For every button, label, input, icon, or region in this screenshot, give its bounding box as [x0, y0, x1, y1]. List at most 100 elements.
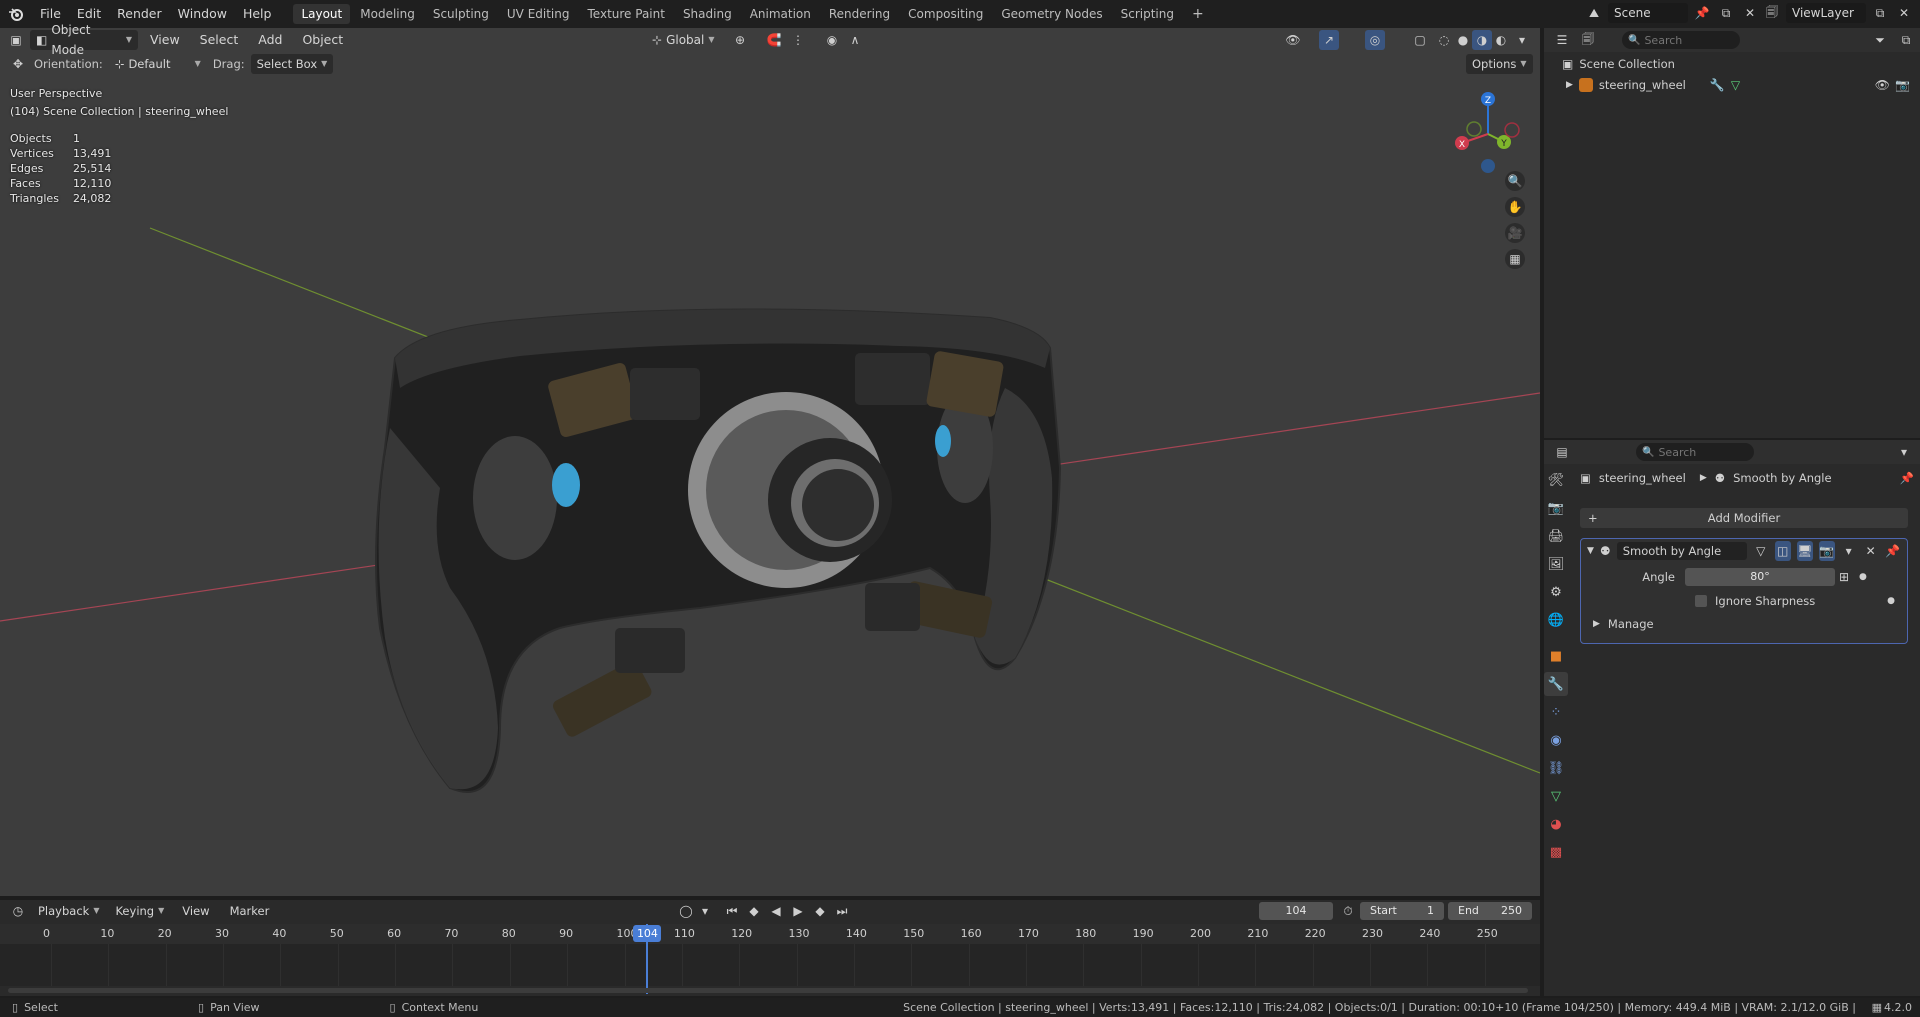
scene-icon[interactable]: ⛰ [1584, 3, 1604, 23]
overlay-toggle-icon[interactable]: ◎ [1365, 30, 1385, 50]
new-collection-icon[interactable]: ⧉ [1896, 30, 1916, 50]
chevron-down-icon[interactable]: ▾ [1841, 541, 1857, 561]
particles-tab-icon[interactable]: ⁘ [1544, 700, 1568, 724]
start-frame-field[interactable]: Start 1 [1360, 902, 1444, 920]
workspace-tab-rendering[interactable]: Rendering [821, 4, 898, 24]
output-tab-icon[interactable]: 🖨 [1544, 524, 1568, 548]
wireframe-shading-icon[interactable]: ◌ [1434, 30, 1454, 50]
viewport-menu-view[interactable]: View [142, 29, 188, 51]
pin-icon[interactable]: 📌 [1692, 3, 1712, 23]
solid-shading-icon[interactable]: ● [1453, 30, 1473, 50]
workspace-tab-geometry-nodes[interactable]: Geometry Nodes [993, 4, 1110, 24]
workspace-tab-shading[interactable]: Shading [675, 4, 740, 24]
outliner-row-steering-wheel[interactable]: ▶ steering_wheel 🔧 ▽ 👁 📷 [1544, 70, 1920, 92]
prev-keyframe-icon[interactable]: ◆ [744, 901, 764, 921]
workspace-tab-animation[interactable]: Animation [742, 4, 819, 24]
timeline-menu-view[interactable]: View [174, 900, 217, 922]
mesh-data-icon[interactable]: ▽ [1731, 78, 1740, 92]
chevron-down-icon[interactable]: ▾ [698, 901, 712, 921]
transform-orientation-selector[interactable]: ⊹ Global ▼ [646, 30, 721, 50]
render-tab-icon[interactable]: 📷 [1544, 496, 1568, 520]
snap-target-icon[interactable]: ⋮ [788, 30, 808, 50]
timeline-editor-icon[interactable]: ◷ [8, 901, 28, 921]
options-button[interactable]: Options ▼ [1466, 54, 1533, 74]
current-frame-field[interactable]: 104 [1259, 902, 1333, 920]
playback-menu[interactable]: Playback ▼ [32, 901, 105, 921]
workspace-tab-texture-paint[interactable]: Texture Paint [580, 4, 673, 24]
render-toggle-icon[interactable]: 📷 [1818, 541, 1835, 561]
scene-name-field[interactable]: Scene [1608, 3, 1688, 23]
pivot-icon[interactable]: ⊕ [730, 30, 750, 50]
workspace-tab-compositing[interactable]: Compositing [900, 4, 991, 24]
viewport-menu-object[interactable]: Object [294, 29, 351, 51]
display-mode-icon[interactable]: 🗐 [1578, 30, 1598, 50]
menu-window[interactable]: Window [170, 3, 235, 25]
view-layer-tab-icon[interactable]: 🖼 [1544, 552, 1568, 576]
workspace-tab-uv-editing[interactable]: UV Editing [499, 4, 578, 24]
angle-field[interactable]: 80° [1685, 568, 1835, 586]
rendered-shading-icon[interactable]: ◐ [1491, 30, 1511, 50]
pin-icon[interactable]: 📌 [1900, 471, 1914, 485]
outliner-search-input[interactable] [1644, 33, 1735, 47]
grid-toggle-icon[interactable]: ▦ [1505, 249, 1525, 269]
view-layer-name-field[interactable]: ViewLayer [1786, 3, 1866, 23]
play-reverse-icon[interactable]: ◀ [766, 901, 786, 921]
mode-selector[interactable]: ◧ Object Mode ▼ [30, 23, 138, 57]
filter-icon[interactable]: ⏷ [1870, 30, 1890, 50]
jump-start-icon[interactable]: ⏮ [722, 901, 742, 921]
modifier-tab-icon[interactable]: 🔧 [1544, 672, 1568, 696]
delete-view-layer-icon[interactable]: ✕ [1894, 3, 1914, 23]
pin-icon[interactable]: 📌 [1885, 541, 1901, 561]
move-tool-icon[interactable]: ✥ [8, 54, 28, 74]
physics-tab-icon[interactable]: ◉ [1544, 728, 1568, 752]
new-scene-icon[interactable]: ⧉ [1716, 3, 1736, 23]
pan-hand-icon[interactable]: ✋ [1505, 197, 1525, 217]
keyframe-dot-icon[interactable]: ● [1887, 596, 1895, 606]
material-shading-icon[interactable]: ◑ [1472, 30, 1492, 50]
tool-tab-icon[interactable]: 🛠 [1544, 468, 1568, 492]
xray-icon[interactable]: ▢ [1410, 30, 1430, 50]
view-layer-icon[interactable]: 🗐 [1762, 3, 1782, 23]
wrench-icon[interactable]: 🔧 [1710, 78, 1725, 92]
edit-mode-toggle-icon[interactable]: ▽ [1753, 541, 1769, 561]
chevron-down-icon[interactable]: ▾ [1894, 442, 1914, 462]
frame-ruler[interactable]: 0 10 20 30 40 50 60 70 80 90 100 110 120 130 140 150 160… [0, 924, 1540, 944]
timer-icon[interactable]: ⏱ [1338, 901, 1358, 921]
blender-logo-icon[interactable] [6, 4, 26, 24]
workspace-tab-sculpting[interactable]: Sculpting [425, 4, 497, 24]
modifier-name-field[interactable]: Smooth by Angle [1616, 542, 1747, 560]
ignore-sharpness-checkbox[interactable] [1695, 595, 1707, 607]
drag-selector[interactable]: Select Box ▼ [250, 54, 334, 74]
add-workspace-button[interactable]: + [1184, 4, 1212, 24]
falloff-icon[interactable]: ∧ [845, 30, 865, 50]
orientation-selector[interactable]: ⊹ Default ▼ [109, 54, 207, 74]
properties-editor-icon[interactable]: ▤ [1552, 442, 1572, 462]
shading-options-icon[interactable]: ▾ [1512, 30, 1532, 50]
play-icon[interactable]: ▶ [788, 901, 808, 921]
manage-subpanel[interactable]: ▶ Manage [1581, 613, 1907, 635]
proportional-edit-icon[interactable]: ◉ [822, 30, 842, 50]
world-tab-icon[interactable]: 🌐 [1544, 608, 1568, 632]
keyframe-area[interactable] [0, 944, 1540, 986]
playhead-frame-label[interactable]: 104 [633, 925, 662, 942]
cage-toggle-icon[interactable]: ◫ [1774, 541, 1791, 561]
zoom-icon[interactable]: 🔍 [1505, 171, 1525, 191]
scene-tab-icon[interactable]: ⚙ [1544, 580, 1568, 604]
chevron-right-icon[interactable]: ▶ [1566, 80, 1573, 90]
keyframe-dot-icon[interactable]: ● [1859, 572, 1867, 582]
chevron-down-icon[interactable]: ▼ [1587, 546, 1594, 556]
3d-viewport[interactable]: User Perspective (104) Scene Collection … [0, 28, 1540, 896]
constraints-tab-icon[interactable]: ⛓ [1544, 756, 1568, 780]
workspace-tab-scripting[interactable]: Scripting [1113, 4, 1182, 24]
viewport-menu-add[interactable]: Add [250, 29, 290, 51]
eye-icon[interactable]: 👁 [1875, 78, 1890, 92]
properties-search-field[interactable]: 🔍 [1636, 443, 1754, 461]
timeline-menu-marker[interactable]: Marker [222, 900, 278, 922]
editor-type-icon[interactable]: ▣ [6, 30, 26, 50]
jump-end-icon[interactable]: ⏭ [832, 901, 852, 921]
snap-icon[interactable]: 🧲 [764, 30, 784, 50]
camera-view-icon[interactable]: 🎥 [1505, 223, 1525, 243]
object-tab-icon[interactable]: ■ [1544, 644, 1568, 668]
texture-tab-icon[interactable]: ▩ [1544, 840, 1568, 864]
timeline-scrollbar[interactable] [8, 988, 1528, 993]
